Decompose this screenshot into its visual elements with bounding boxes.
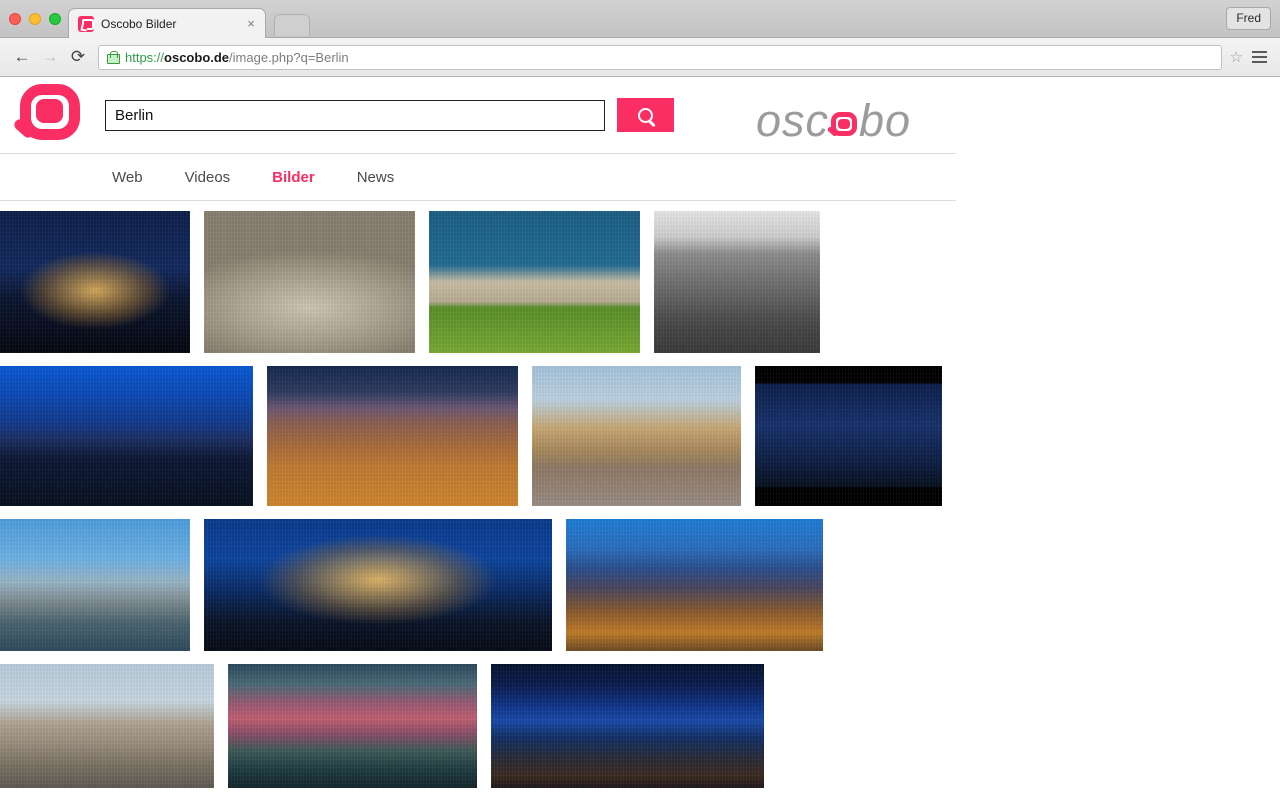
oscobo-wordmark: osc bo (756, 98, 956, 143)
image-result-thumbnail[interactable] (566, 519, 823, 651)
reload-button[interactable]: ⟳ (64, 43, 92, 71)
image-result-thumbnail[interactable] (429, 211, 640, 353)
logo-inner-dot (36, 99, 63, 123)
close-window-button[interactable] (9, 13, 21, 25)
image-result-thumbnail[interactable] (532, 366, 741, 506)
search-button[interactable] (617, 98, 674, 132)
image-result-thumbnail[interactable] (654, 211, 820, 353)
tab-web[interactable]: Web (112, 169, 143, 186)
image-result-row (0, 211, 1280, 353)
wordmark-dot (838, 119, 851, 129)
tab-news[interactable]: News (357, 169, 395, 186)
url-path: /image.php?q=Berlin (229, 49, 349, 65)
wordmark-prefix: osc (756, 95, 830, 146)
image-result-thumbnail[interactable] (755, 366, 942, 506)
profile-button[interactable]: Fred (1226, 7, 1271, 30)
oscobo-favicon-icon (78, 15, 94, 32)
wordmark-o-logo-icon (826, 112, 859, 140)
address-bar[interactable]: https://oscobo.de/image.php?q=Berlin (98, 44, 1222, 70)
vertical-search-tabs: Web Videos Bilder News (0, 154, 956, 201)
bookmark-star-icon[interactable]: ☆ (1230, 48, 1243, 66)
page-content: oscbo Web Videos Bilder News (0, 77, 1280, 799)
url-host: oscobo.de (164, 49, 230, 65)
image-result-thumbnail[interactable] (228, 664, 477, 788)
tab-bilder[interactable]: Bilder (272, 169, 315, 186)
address-bar-url: https://oscobo.de/image.php?q=Berlin (125, 50, 349, 65)
image-result-thumbnail[interactable] (0, 519, 190, 651)
hamburger-menu-icon[interactable] (1246, 44, 1272, 70)
image-result-thumbnail[interactable] (204, 211, 415, 353)
image-result-thumbnail[interactable] (0, 211, 190, 353)
browser-tab-title: Oscobo Bilder (101, 16, 177, 31)
search-input[interactable] (105, 99, 605, 131)
tab-videos[interactable]: Videos (185, 169, 231, 186)
menu-bar-3 (1251, 61, 1267, 63)
oscobo-logo-icon[interactable] (12, 82, 88, 148)
lock-icon (107, 50, 120, 64)
image-result-thumbnail[interactable] (0, 664, 214, 788)
browser-tab-strip: Oscobo Bilder × Fred (0, 0, 1280, 38)
image-result-thumbnail[interactable] (0, 366, 253, 506)
menu-bar-1 (1251, 51, 1267, 53)
new-tab-button[interactable] (274, 14, 310, 36)
window-controls (9, 13, 61, 25)
url-scheme: https:// (125, 49, 165, 65)
image-result-thumbnail[interactable] (491, 664, 764, 788)
site-header: oscbo (0, 77, 956, 154)
maximize-window-button[interactable] (49, 13, 61, 25)
minimize-window-button[interactable] (29, 13, 41, 25)
browser-tab[interactable]: Oscobo Bilder × (68, 8, 266, 38)
wordmark-suffix: bo (859, 95, 912, 146)
back-button[interactable]: ← (8, 43, 36, 71)
image-result-thumbnail[interactable] (204, 519, 552, 651)
menu-bar-2 (1251, 56, 1267, 58)
image-result-thumbnail[interactable] (267, 366, 518, 506)
browser-toolbar: ← → ⟳ https://oscobo.de/image.php?q=Berl… (0, 38, 1280, 77)
image-result-row (0, 366, 1280, 506)
image-result-row (0, 664, 1280, 788)
close-icon[interactable]: × (243, 16, 259, 32)
forward-button[interactable]: → (36, 43, 64, 71)
image-results-grid (0, 201, 1280, 788)
image-result-row (0, 519, 1280, 651)
search-icon (638, 107, 653, 123)
